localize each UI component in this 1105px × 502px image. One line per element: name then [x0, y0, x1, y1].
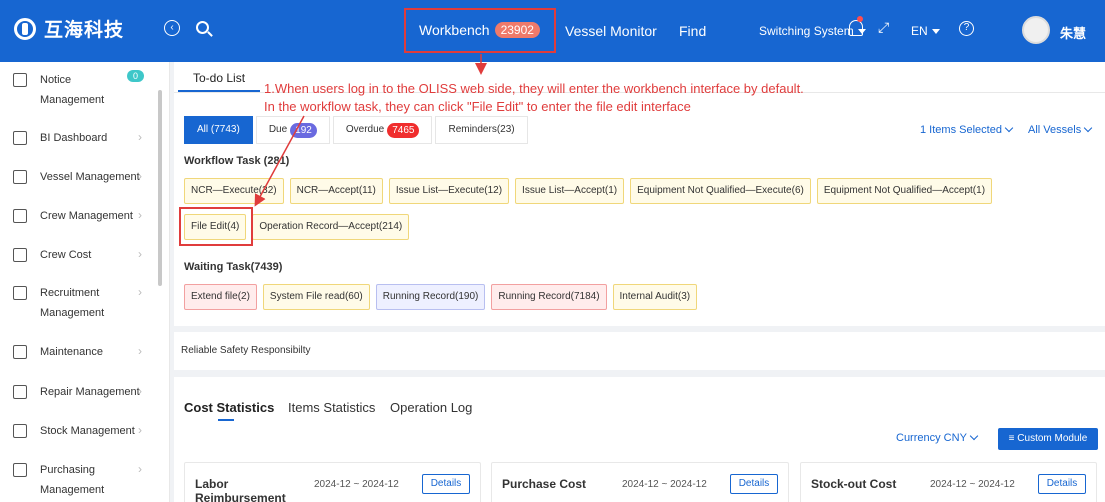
arrow-to-file-edit: [254, 115, 305, 207]
annotation-arrows: [254, 54, 487, 207]
